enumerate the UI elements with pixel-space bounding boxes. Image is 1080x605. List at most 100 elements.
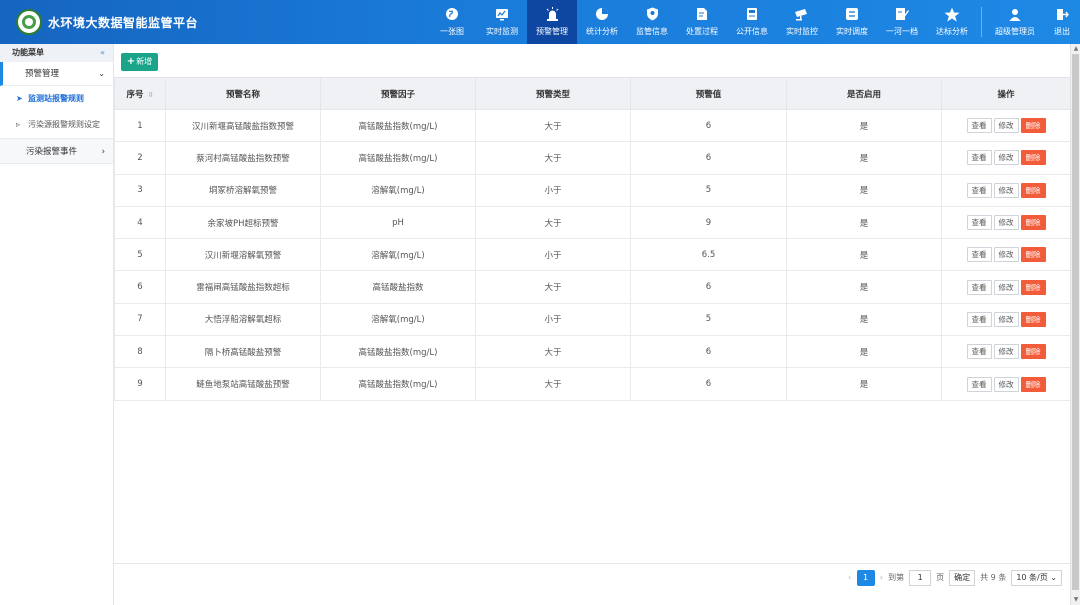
prev-page-icon[interactable]: ‹ [848, 573, 852, 583]
table-row: 8 隔卜桥高锰酸盐预警 高锰酸盐指数(mg/L) 大于 6 是查看 修改 删除 [114, 335, 1071, 369]
sidebar-item-station-rules[interactable]: ➤ 监测站报警规则 [0, 86, 113, 112]
cell-enabled: 是 [786, 141, 942, 175]
nav-item-9[interactable]: 一河一档 [877, 0, 927, 44]
edit-button[interactable]: 修改 [993, 279, 1019, 295]
delete-button[interactable]: 删除 [1020, 279, 1046, 295]
col-header-name: 预警名称 [165, 77, 321, 110]
alarm-light-icon [544, 7, 560, 21]
view-button[interactable]: 查看 [966, 182, 992, 198]
nav-item-0[interactable]: 一张图 [427, 0, 477, 44]
sidebar-item-pollution-rules[interactable]: ▹ 污染源报警规则设定 [0, 112, 113, 138]
view-button[interactable]: 查看 [966, 376, 992, 392]
pagination: ‹ 1 › 到第 1 页 确定 共 9 条 10 条/页 ⌄ [114, 563, 1070, 591]
sort-icon[interactable]: ⇳ [148, 91, 154, 99]
scroll-down-icon[interactable]: ▼ [1071, 595, 1080, 605]
nav-item-2[interactable]: 预警管理 [527, 0, 577, 44]
cell-index: 3 [114, 173, 166, 207]
delete-button[interactable]: 删除 [1020, 247, 1046, 263]
nav-item-label: 实时监控 [786, 27, 818, 36]
edit-button[interactable]: 修改 [993, 376, 1019, 392]
cell-actions: 查看 修改 删除 [941, 270, 1071, 304]
sidebar-group-pollution-events[interactable]: 污染报警事件 › [0, 138, 113, 164]
cell-actions: 查看 修改 删除 [941, 205, 1071, 240]
vertical-scrollbar[interactable]: ▲ ▼ [1070, 44, 1080, 605]
cell-type: 大于 [475, 335, 631, 369]
scrollbar-thumb[interactable] [1072, 54, 1079, 590]
page-number-current[interactable]: 1 [856, 569, 875, 586]
view-button[interactable]: 查看 [966, 118, 992, 134]
nav-item-4[interactable]: 监管信息 [627, 0, 677, 44]
nav-item-7[interactable]: 实时监控 [777, 0, 827, 44]
cell-actions: 查看 修改 删除 [941, 173, 1071, 207]
delete-button[interactable]: 删除 [1020, 118, 1046, 134]
cell-actions: 查看 修改 删除 [941, 335, 1071, 369]
collapse-icon[interactable]: « [100, 44, 105, 62]
nav-item-3[interactable]: 统计分析 [577, 0, 627, 44]
delete-button[interactable]: 删除 [1020, 311, 1046, 327]
page-size-select[interactable]: 10 条/页 ⌄ [1011, 569, 1062, 586]
view-button[interactable]: 查看 [966, 311, 992, 327]
edit-button[interactable]: 修改 [993, 118, 1019, 134]
col-header-index[interactable]: 序号 ⇳ [114, 77, 166, 110]
view-button[interactable]: 查看 [966, 150, 992, 166]
delete-button[interactable]: 删除 [1020, 150, 1046, 166]
cell-name: 大悟浮船溶解氧超标 [165, 302, 321, 337]
goto-page-input[interactable]: 1 [909, 569, 932, 586]
nav-item-12[interactable]: 退出 [1044, 0, 1080, 44]
view-button[interactable]: 查看 [966, 247, 992, 263]
cell-index: 8 [114, 335, 166, 369]
edit-button[interactable]: 修改 [993, 247, 1019, 263]
scroll-up-icon[interactable]: ▲ [1071, 44, 1080, 54]
cell-enabled: 是 [786, 335, 942, 369]
arrow-right-icon: ➤ [16, 94, 23, 103]
cell-type: 大于 [475, 367, 631, 401]
delete-button[interactable]: 删除 [1020, 182, 1046, 198]
cell-actions: 查看 修改 删除 [941, 302, 1071, 337]
nav-item-5[interactable]: 处置过程 [677, 0, 727, 44]
cell-factor: 高锰酸盐指数(mg/L) [320, 335, 476, 369]
cell-type: 小于 [475, 238, 631, 272]
main-content: +新增 序号 ⇳ 预警名称 预警因子 预警类型 预警值 是否启用 操作 1 汉川新堰… [114, 44, 1071, 605]
delete-button[interactable]: 删除 [1020, 344, 1046, 360]
nav-item-label: 监管信息 [636, 27, 668, 36]
archive-edit-icon [894, 7, 910, 21]
nav-item-label: 实时监测 [486, 27, 518, 36]
table-row: 7 大悟浮船溶解氧超标 溶解氧(mg/L) 小于 5 是查看 修改 删除 [114, 302, 1071, 337]
goto-confirm-button[interactable]: 确定 [949, 569, 976, 586]
edit-button[interactable]: 修改 [993, 182, 1019, 198]
col-header-enabled: 是否启用 [786, 77, 942, 110]
cell-name: 汉川新堰高锰酸盐指数预警 [165, 108, 321, 143]
dispatch-icon [844, 7, 860, 21]
view-button[interactable]: 查看 [966, 344, 992, 360]
page-unit-label: 页 [936, 573, 945, 582]
delete-button[interactable]: 删除 [1020, 215, 1046, 231]
cell-value: 9 [630, 205, 787, 240]
cell-type: 小于 [475, 173, 631, 207]
cell-value: 6 [630, 141, 787, 175]
cell-name: 蔡河村高锰酸盐指数预警 [165, 141, 321, 175]
nav-item-8[interactable]: 实时调度 [827, 0, 877, 44]
sidebar-header-label: 功能菜单 [12, 48, 44, 57]
monitor-chart-icon [494, 7, 510, 21]
edit-button[interactable]: 修改 [993, 215, 1019, 231]
add-button[interactable]: +新增 [121, 53, 158, 71]
edit-button[interactable]: 修改 [993, 150, 1019, 166]
sidebar-item-label: 污染源报警规则设定 [28, 120, 100, 129]
next-page-icon[interactable]: › [880, 573, 884, 583]
cell-index: 9 [114, 367, 166, 401]
nav-item-11[interactable]: 超级管理员 [986, 0, 1044, 44]
table-row: 1 汉川新堰高锰酸盐指数预警 高锰酸盐指数(mg/L) 大于 6 是查看 修改 删除 [114, 108, 1071, 143]
sidebar-group-label: 预警管理 [25, 69, 60, 79]
sidebar-group-label: 污染报警事件 [26, 147, 78, 157]
cell-enabled: 是 [786, 302, 942, 337]
cell-actions: 查看 修改 删除 [941, 108, 1071, 143]
nav-item-1[interactable]: 实时监测 [477, 0, 527, 44]
view-button[interactable]: 查看 [966, 279, 992, 295]
view-button[interactable]: 查看 [966, 215, 992, 231]
delete-button[interactable]: 删除 [1020, 376, 1046, 392]
sidebar-group-warning[interactable]: 预警管理 ⌄ [0, 62, 113, 86]
edit-button[interactable]: 修改 [993, 344, 1019, 360]
nav-item-10[interactable]: 达标分析 [927, 0, 977, 44]
nav-item-6[interactable]: 公开信息 [727, 0, 777, 44]
edit-button[interactable]: 修改 [993, 311, 1019, 327]
